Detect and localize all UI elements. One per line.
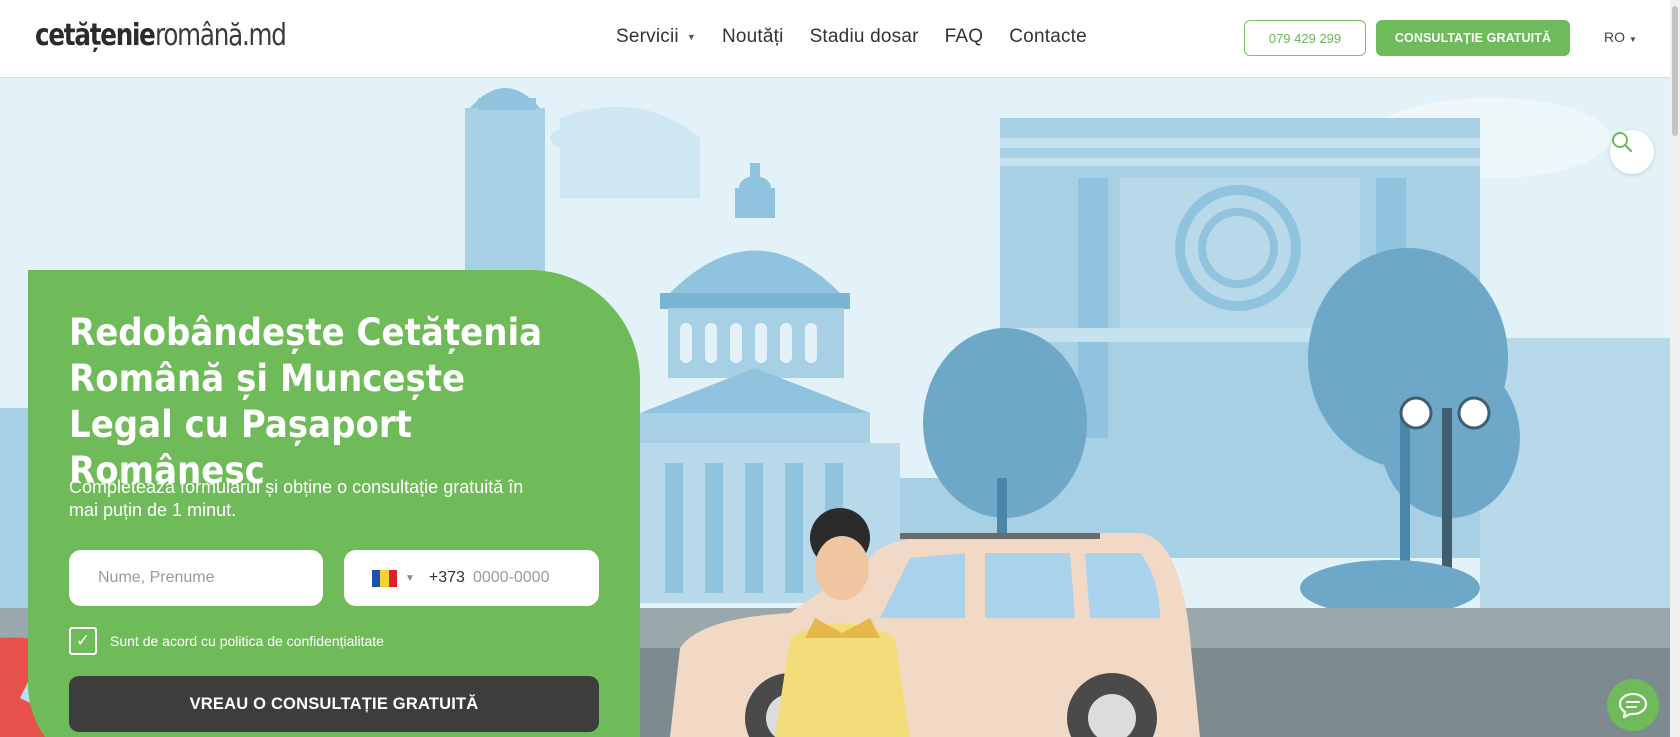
logo-text-thin: română.md (154, 18, 287, 53)
phone-prefix: +373 (428, 569, 465, 586)
nav-item-contacte[interactable]: Contacte (1009, 26, 1087, 48)
main-nav: Servicii ▼ Noutăți Stadiu dosar FAQ Cont… (616, 26, 1113, 48)
hero-title: Redobândește Cetățenia Română și Munceșt… (69, 311, 543, 492)
phone-button[interactable]: 079 429 299 (1244, 20, 1366, 56)
language-label: RO (1604, 29, 1625, 45)
moldova-flag-icon[interactable] (372, 569, 397, 587)
phone-input[interactable] (472, 569, 583, 587)
consent-row[interactable]: ✓ Sunt de acord cu politica de confidenț… (69, 627, 384, 655)
nav-label: FAQ (944, 26, 984, 47)
nav-label: Stadiu dosar (809, 26, 919, 47)
consultation-form-card: Redobândește Cetățenia Română și Munceșt… (28, 270, 640, 737)
chevron-down-icon[interactable]: ▼ (405, 573, 415, 584)
nav-item-noutati[interactable]: Noutăți (722, 26, 784, 48)
language-selector[interactable]: RO ▼ (1604, 29, 1637, 45)
site-header: cetățenie română.md Servicii ▼ Noutăți S… (0, 0, 1670, 78)
nav-label: Contacte (1009, 26, 1087, 47)
name-field[interactable] (69, 550, 323, 606)
chevron-down-icon: ▼ (686, 32, 696, 42)
site-logo[interactable]: cetățenie română.md (35, 18, 314, 58)
page-scrollbar[interactable] (1670, 0, 1680, 737)
chat-icon (1618, 692, 1648, 719)
chevron-down-icon: ▼ (1629, 35, 1637, 44)
nav-item-servicii[interactable]: Servicii ▼ (616, 26, 696, 48)
scrollbar-thumb[interactable] (1672, 6, 1678, 136)
nav-item-faq[interactable]: FAQ (945, 26, 984, 48)
nav-label: Noutăți (721, 26, 784, 47)
name-input[interactable] (98, 569, 298, 587)
consent-checkbox[interactable]: ✓ (69, 627, 97, 655)
consent-label: Sunt de acord cu politica de confidenția… (110, 633, 384, 649)
logo-text-bold: cetățenie (35, 18, 156, 53)
check-icon: ✓ (75, 631, 91, 650)
hero-subtitle: Completează formularul și obține o consu… (69, 477, 524, 520)
nav-item-stadiu-dosar[interactable]: Stadiu dosar (810, 26, 919, 48)
submit-consultation-button[interactable]: VREAU O CONSULTAȚIE GRATUITĂ (69, 676, 599, 732)
nav-label: Servicii (616, 26, 679, 47)
free-consultation-button[interactable]: CONSULTAȚIE GRATUITĂ (1376, 20, 1570, 56)
search-button[interactable] (1610, 130, 1654, 174)
search-icon (1612, 132, 1633, 153)
chat-button[interactable] (1607, 679, 1659, 731)
hero-section: Redobândește Cetățenia Română și Munceșt… (0, 78, 1670, 737)
phone-field[interactable]: ▼ +373 (344, 550, 599, 606)
